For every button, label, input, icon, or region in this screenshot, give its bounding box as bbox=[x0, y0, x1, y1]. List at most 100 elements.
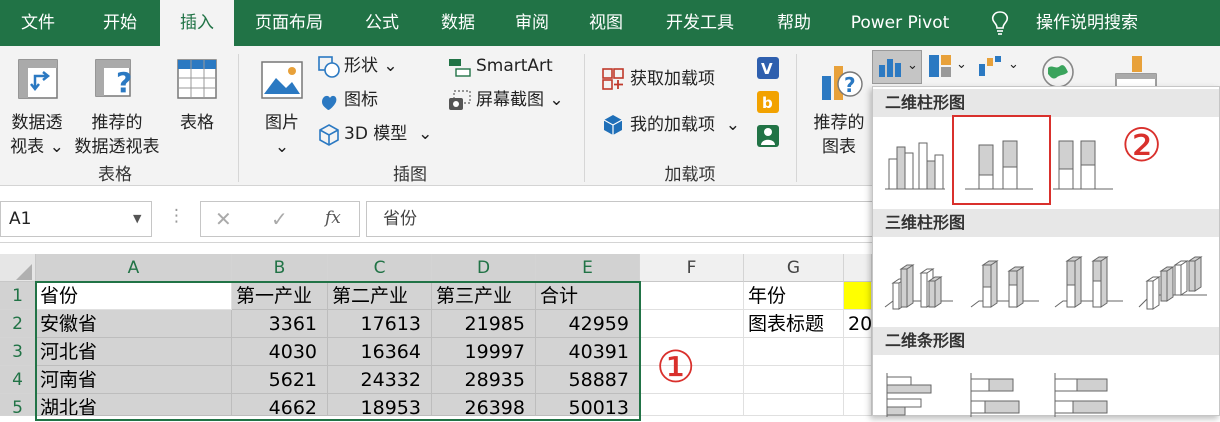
cube-icon bbox=[319, 124, 339, 146]
tab-home[interactable]: 开始 bbox=[88, 0, 152, 46]
cancel-icon[interactable]: ✕ bbox=[215, 208, 232, 230]
3d-models-button[interactable]: 3D 模型 ⌄ bbox=[316, 122, 440, 148]
smartart-icon bbox=[449, 59, 471, 77]
cell-h3[interactable] bbox=[844, 338, 872, 366]
column-chart-icon bbox=[879, 59, 901, 77]
recommended-pivot-label2: 数据透视表 bbox=[74, 137, 160, 157]
section-2d-column: 二维柱形图 bbox=[873, 89, 1219, 117]
column-chart-dropdown: 二维柱形图 三维柱形图 二维条形图 ② bbox=[872, 86, 1220, 417]
shapes-icon bbox=[318, 56, 340, 78]
cell-h1[interactable] bbox=[844, 282, 872, 310]
select-all-button[interactable] bbox=[0, 254, 36, 282]
row-header-1[interactable]: 1 bbox=[0, 282, 36, 310]
insert-waterfall-chart-button[interactable]: ⌄ bbox=[974, 50, 1020, 84]
tab-page-layout[interactable]: 页面布局 bbox=[246, 0, 332, 46]
row-header-5[interactable]: 5 bbox=[0, 394, 36, 418]
enter-icon[interactable]: ✓ bbox=[271, 208, 288, 230]
get-addins-label: 获取加载项 bbox=[630, 69, 715, 89]
cell-h5[interactable] bbox=[844, 394, 872, 416]
pivot-table-button[interactable]: 数据透 视表 ⌄ bbox=[8, 54, 66, 178]
column-header-f[interactable]: F bbox=[640, 254, 744, 282]
chevron-down-icon: ⌄ bbox=[907, 58, 918, 73]
column-header-a[interactable]: A bbox=[36, 254, 232, 282]
table-icon bbox=[177, 59, 217, 99]
3d-clustered-column-option[interactable] bbox=[883, 251, 955, 313]
clustered-column-option[interactable] bbox=[883, 133, 947, 193]
cell-f1[interactable] bbox=[640, 282, 744, 310]
ribbon-separator bbox=[584, 54, 585, 182]
cell-g3[interactable] bbox=[744, 338, 844, 366]
annotation-circle-2: ② bbox=[1121, 118, 1163, 172]
lightbulb-icon bbox=[991, 11, 1009, 35]
recommended-pivot-icon: ? bbox=[95, 59, 132, 99]
people-graph-icon[interactable] bbox=[756, 124, 780, 148]
tell-me-search[interactable]: 操作说明搜索 bbox=[1030, 0, 1144, 46]
stacked-bar-option[interactable] bbox=[967, 371, 1031, 417]
tab-developer[interactable]: 开发工具 bbox=[656, 0, 744, 46]
screenshot-button[interactable]: 屏幕截图 ⌄ bbox=[446, 88, 570, 114]
tab-help[interactable]: 帮助 bbox=[764, 0, 824, 46]
screenshot-icon bbox=[449, 90, 471, 110]
section-2d-bar: 二维条形图 bbox=[873, 327, 1219, 355]
maps-chart-icon[interactable] bbox=[1040, 54, 1076, 90]
clustered-bar-option[interactable] bbox=[883, 371, 947, 417]
addin-icon bbox=[603, 115, 623, 135]
recommended-charts-label1: 推荐的 bbox=[813, 113, 865, 133]
row-header-4[interactable]: 4 bbox=[0, 366, 36, 394]
chevron-down-icon: ▼ bbox=[133, 212, 142, 225]
3d-models-label: 3D 模型 ⌄ bbox=[344, 124, 433, 144]
ribbon-separator bbox=[796, 54, 797, 182]
insert-function-icon[interactable]: fx bbox=[325, 207, 341, 229]
cell-h2[interactable]: 20 bbox=[844, 310, 872, 338]
icons-label: 图标 bbox=[344, 90, 378, 110]
100-percent-stacked-bar-option[interactable] bbox=[1051, 371, 1115, 417]
column-header-b[interactable]: B bbox=[232, 254, 328, 282]
100-percent-stacked-column-option[interactable] bbox=[1051, 133, 1115, 193]
svg-text:V: V bbox=[761, 60, 773, 78]
3d-100-percent-stacked-column-option[interactable] bbox=[1053, 251, 1125, 313]
column-header-d[interactable]: D bbox=[432, 254, 536, 282]
cell-f5[interactable] bbox=[640, 394, 744, 416]
tab-file[interactable]: 文件 bbox=[8, 0, 68, 46]
get-addins-button[interactable]: 获取加载项 bbox=[600, 66, 730, 94]
insert-hierarchy-chart-button[interactable]: ⌄ bbox=[924, 50, 970, 84]
tab-power-pivot[interactable]: Power Pivot bbox=[844, 0, 956, 46]
my-addins-button[interactable]: 我的加载项 ⌄ bbox=[600, 112, 750, 140]
cell-g1[interactable]: 年份 bbox=[744, 282, 844, 310]
smartart-label: SmartArt bbox=[476, 56, 553, 76]
stacked-column-highlight bbox=[952, 115, 1051, 205]
bing-maps-icon[interactable]: b bbox=[756, 90, 780, 114]
tab-formulas[interactable]: 公式 bbox=[352, 0, 412, 46]
recommended-charts-button[interactable]: ? 推荐的 图表 bbox=[806, 54, 872, 164]
shapes-button[interactable]: 形状 ⌄ bbox=[316, 54, 406, 80]
name-box[interactable]: A1 ▼ bbox=[0, 201, 152, 237]
cell-g4[interactable] bbox=[744, 366, 844, 394]
column-header-e[interactable]: E bbox=[536, 254, 640, 282]
cell-h4[interactable] bbox=[844, 366, 872, 394]
cell-f2[interactable] bbox=[640, 310, 744, 338]
table-button[interactable]: 表格 bbox=[170, 54, 224, 154]
picture-label: 图片 bbox=[265, 113, 299, 133]
cell-g5[interactable] bbox=[744, 394, 844, 416]
column-header-g[interactable]: G bbox=[744, 254, 844, 282]
tab-review[interactable]: 审阅 bbox=[502, 0, 562, 46]
recommended-pivot-label1: 推荐的 bbox=[91, 113, 143, 133]
icons-button[interactable]: 图标 bbox=[316, 88, 406, 114]
insert-column-chart-button[interactable]: ⌄ bbox=[872, 50, 922, 84]
svg-text:?: ? bbox=[116, 66, 132, 99]
column-header-c[interactable]: C bbox=[328, 254, 432, 282]
3d-stacked-column-option[interactable] bbox=[969, 251, 1041, 313]
3d-column-option[interactable] bbox=[1137, 251, 1209, 313]
resize-handle[interactable]: ⋮ bbox=[168, 205, 185, 227]
row-header-3[interactable]: 3 bbox=[0, 338, 36, 366]
chevron-down-icon: ⌄ bbox=[274, 137, 290, 157]
tab-insert[interactable]: 插入 bbox=[160, 0, 234, 46]
row-header-2[interactable]: 2 bbox=[0, 310, 36, 338]
tab-data[interactable]: 数据 bbox=[428, 0, 488, 46]
smartart-button[interactable]: SmartArt bbox=[446, 54, 560, 80]
column-header-h[interactable] bbox=[844, 254, 872, 282]
visio-icon[interactable]: V bbox=[756, 56, 780, 80]
picture-button[interactable]: 图片 ⌄ bbox=[254, 54, 310, 178]
tab-view[interactable]: 视图 bbox=[576, 0, 636, 46]
cell-g2[interactable]: 图表标题 bbox=[744, 310, 844, 338]
